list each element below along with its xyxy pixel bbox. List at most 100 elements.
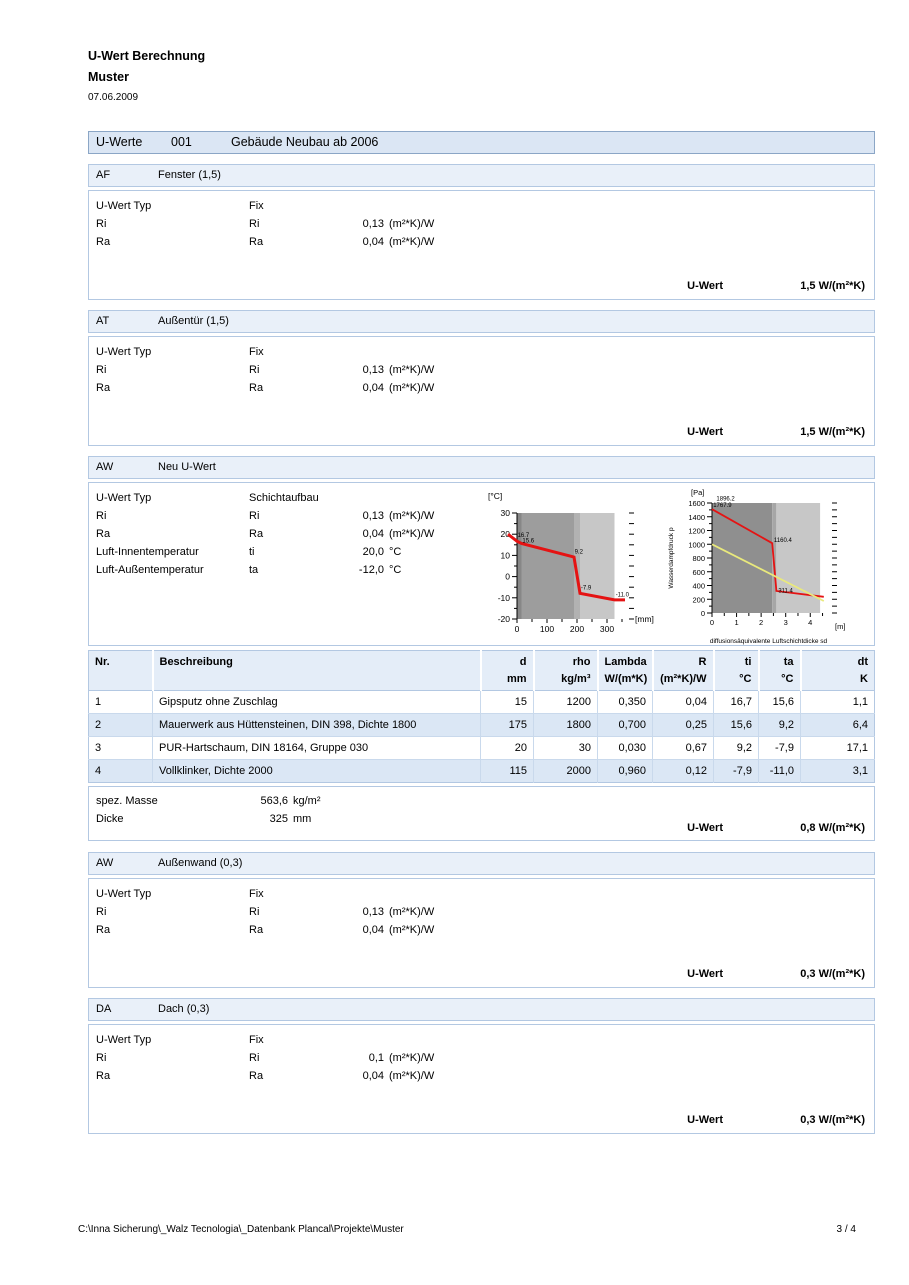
param-unit: (m²*K)/W: [389, 921, 434, 939]
table-cell: 0,700: [598, 714, 653, 737]
section-header: DA Dach (0,3): [88, 998, 875, 1021]
table-cell: -11,0: [759, 760, 801, 783]
svg-text:15.6: 15.6: [522, 538, 534, 544]
temperature-chart: -20-100102030010020030016.715.69.2-7.9-1…: [482, 486, 654, 644]
svg-text:1000: 1000: [688, 540, 705, 549]
table-cell: 9,2: [714, 737, 759, 760]
table-cell: 16,7: [714, 691, 759, 714]
svg-text:1160.4: 1160.4: [774, 538, 793, 544]
param-label: Ri: [96, 361, 249, 379]
param-key: Ri: [249, 1049, 354, 1067]
svg-text:1200: 1200: [688, 527, 705, 536]
param-unit: (m²*K)/W: [389, 1067, 434, 1085]
param-value: 0,04: [354, 921, 384, 939]
param-value: 0,04: [354, 1067, 384, 1085]
param-unit: (m²*K)/W: [389, 525, 434, 543]
param-label: Ra: [96, 379, 249, 397]
section-at: AT Außentür (1,5) U-Wert Typ Fix Ri Ri 0…: [88, 310, 875, 446]
table-cell: 15: [481, 691, 534, 714]
param-key: ti: [249, 543, 354, 561]
param-key: Ra: [249, 1067, 354, 1085]
section-code: DA: [96, 999, 158, 1020]
svg-text:[Pa]: [Pa]: [691, 488, 704, 497]
param-key: Ri: [249, 507, 354, 525]
param-label: U-Wert Typ: [96, 489, 249, 507]
summary-box: spez. Masse 563,6 kg/m² Dicke 325 mm U-W…: [88, 786, 875, 841]
section-af: AF Fenster (1,5) U-Wert Typ Fix Ri Ri 0,…: [88, 164, 875, 300]
section-header: AW Außenwand (0,3): [88, 852, 875, 875]
param-label: U-Wert Typ: [96, 343, 249, 361]
param-value: [354, 343, 384, 361]
param-value: [354, 489, 384, 507]
table-header-row: Nr. Beschreibung dmmrhokg/m³LambdaW/(m*K…: [89, 651, 875, 691]
param-value: -12,0: [354, 561, 384, 579]
section-code: AW: [96, 853, 158, 874]
table-cell: Mauerwerk aus Hüttensteinen, DIN 398, Di…: [153, 714, 481, 737]
section-header: AT Außentür (1,5): [88, 310, 875, 333]
uwert-result-row: U-Wert 0,8 W/(m²*K): [687, 822, 865, 834]
svg-text:0: 0: [710, 618, 714, 627]
table-cell: 30: [534, 737, 598, 760]
uwert-result-row: U-Wert 0,3 W/(m²*K): [96, 1114, 865, 1126]
param-label: Ra: [96, 921, 249, 939]
table-cell: Vollklinker, Dichte 2000: [153, 760, 481, 783]
param-label: Ri: [96, 507, 249, 525]
table-cell: 0,350: [598, 691, 653, 714]
svg-text:1400: 1400: [688, 513, 705, 522]
uwert-value: 0,3 W/(m²*K): [723, 968, 865, 980]
table-header-cell: ta°C: [759, 651, 801, 691]
table-cell: 1,1: [801, 691, 875, 714]
svg-text:-10: -10: [498, 593, 511, 603]
section-header: AW Neu U-Wert: [88, 456, 875, 479]
param-value: [354, 885, 384, 903]
table-cell: -7,9: [714, 760, 759, 783]
uwert-result-row: U-Wert 0,3 W/(m²*K): [96, 968, 865, 980]
param-value: 0,04: [354, 379, 384, 397]
uwerte-banner: U-Werte 001 Gebäude Neubau ab 2006: [88, 131, 875, 154]
banner-label: U-Werte: [96, 132, 171, 153]
banner-number: 001: [171, 132, 231, 153]
summary-label: Dicke: [96, 810, 251, 828]
svg-text:1: 1: [734, 618, 738, 627]
vapor-pressure-chart: 02004006008001000120014001600012341896.2…: [665, 483, 879, 653]
param-row: Ri Ri 0,13 (m²*K)/W: [96, 361, 865, 379]
table-cell: -7,9: [759, 737, 801, 760]
table-row: 4Vollklinker, Dichte 200011520000,9600,1…: [89, 760, 875, 783]
table-cell: 2000: [534, 760, 598, 783]
uwert-value: 0,8 W/(m²*K): [723, 822, 865, 834]
param-unit: (m²*K)/W: [389, 215, 434, 233]
param-value: [354, 197, 384, 215]
svg-text:-20: -20: [498, 614, 511, 624]
page-title: U-Wert Berechnung: [88, 46, 875, 67]
section-code: AF: [96, 165, 158, 186]
param-unit: (m²*K)/W: [389, 379, 434, 397]
summary-unit: kg/m²: [293, 792, 321, 810]
uwert-value: 1,5 W/(m²*K): [723, 280, 865, 292]
svg-text:9.2: 9.2: [575, 550, 584, 556]
table-row: 1Gipsputz ohne Zuschlag1512000,3500,0416…: [89, 691, 875, 714]
table-row: 3PUR-Hartschaum, DIN 18164, Gruppe 03020…: [89, 737, 875, 760]
svg-text:311.4: 311.4: [778, 588, 793, 594]
footer-page-number: 3 / 4: [837, 1224, 856, 1235]
param-label: Luft-Außentemperatur: [96, 561, 249, 579]
param-unit: °C: [389, 543, 401, 561]
uwert-result-row: U-Wert 1,5 W/(m²*K): [96, 426, 865, 438]
section-aw: AW Außenwand (0,3) U-Wert Typ Fix Ri Ri …: [88, 852, 875, 988]
section-code: AW: [96, 457, 158, 478]
table-cell: 0,67: [653, 737, 714, 760]
param-value: 0,13: [354, 903, 384, 921]
table-header-cell: ti°C: [714, 651, 759, 691]
table-cell: 2: [89, 714, 153, 737]
summary-label: spez. Masse: [96, 792, 251, 810]
svg-text:3: 3: [784, 618, 788, 627]
section-name: Außenwand (0,3): [158, 853, 242, 874]
param-key: Fix: [249, 343, 354, 361]
param-unit: (m²*K)/W: [389, 233, 434, 251]
table-cell: 3,1: [801, 760, 875, 783]
param-label: Ra: [96, 1067, 249, 1085]
section-body: U-Wert Typ Schichtaufbau Ri Ri 0,13 (m²*…: [88, 482, 875, 646]
svg-text:0: 0: [701, 609, 705, 618]
param-label: U-Wert Typ: [96, 1031, 249, 1049]
svg-text:diffusionsäquivalente Luftschi: diffusionsäquivalente Luftschichtdicke s…: [710, 638, 828, 645]
param-row: U-Wert Typ Fix: [96, 197, 865, 215]
